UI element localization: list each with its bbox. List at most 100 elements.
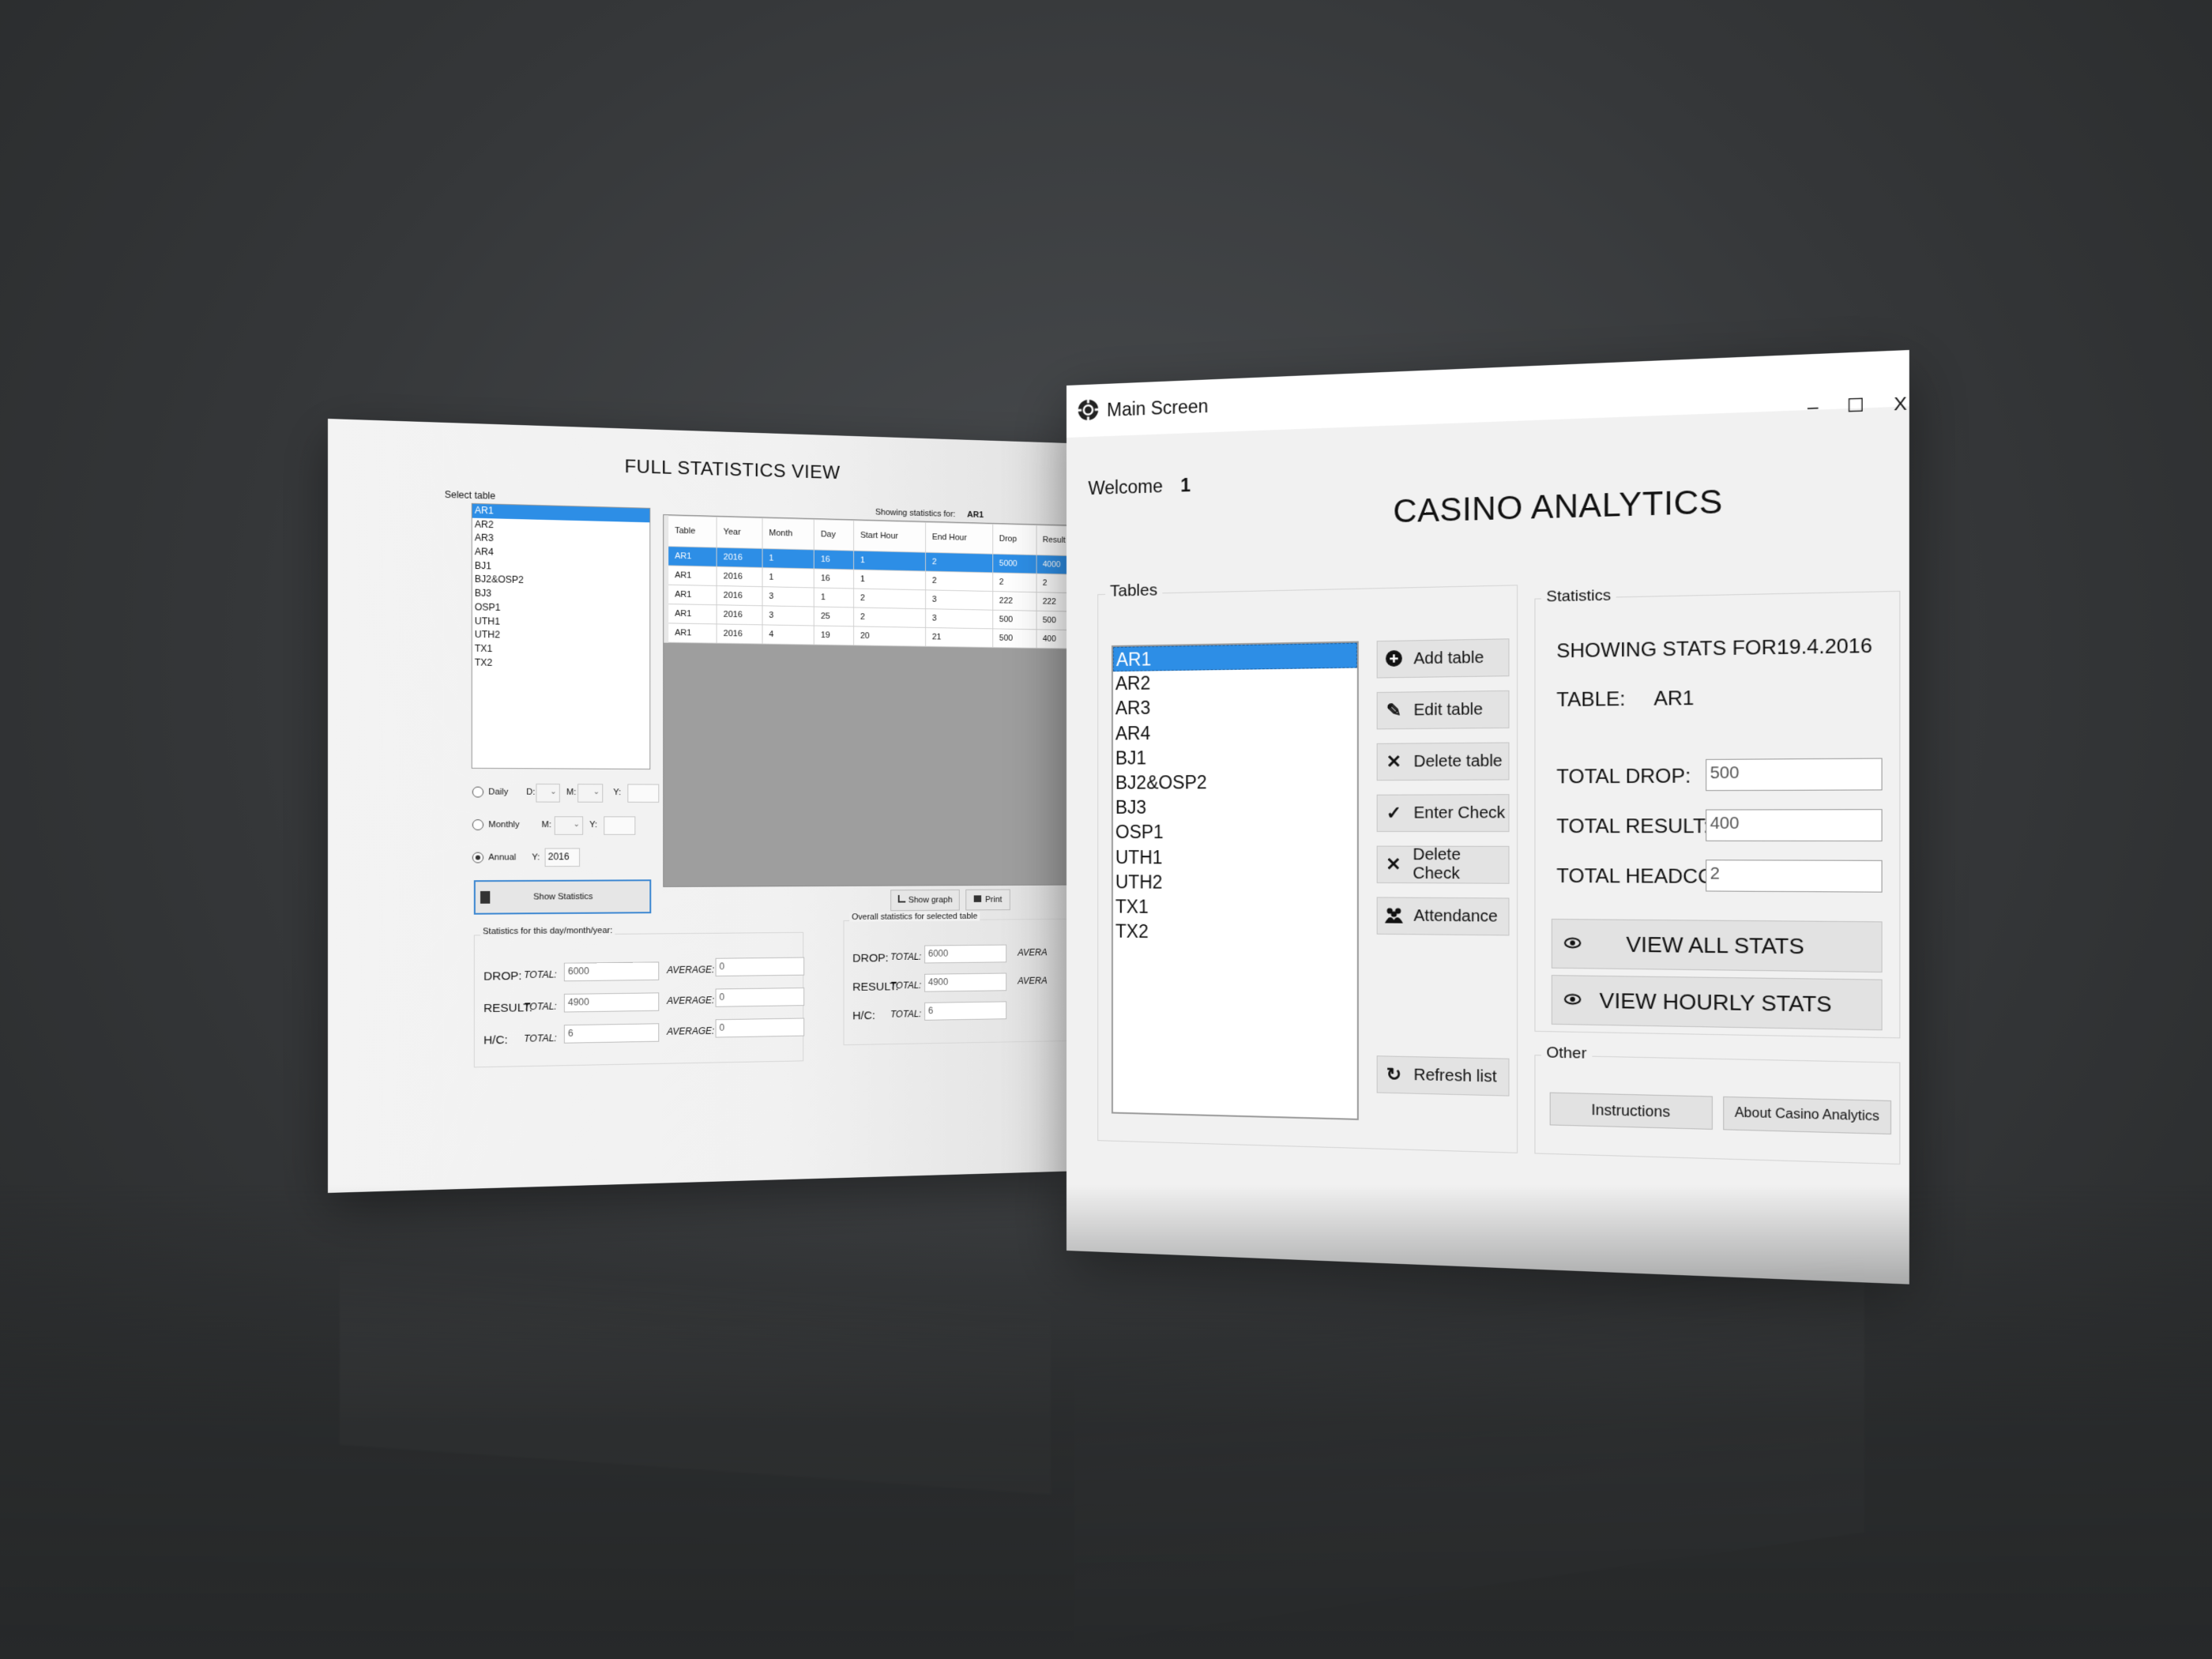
total-drop-field[interactable]: 500 bbox=[1706, 758, 1883, 792]
show-statistics-button[interactable]: Show Statistics bbox=[473, 879, 652, 915]
monthly-year-input[interactable] bbox=[604, 816, 636, 835]
table-cell: 2016 bbox=[717, 566, 763, 587]
list-item[interactable]: BJ1 bbox=[1113, 744, 1357, 771]
stats-table-listbox[interactable]: AR1 AR2 AR3 AR4 BJ1 BJ2&OSP2 BJ3 OSP1 UTH1 UTH2 TX… bbox=[471, 502, 651, 770]
overall-hc-total[interactable]: 6 bbox=[924, 1001, 1007, 1021]
title-bar[interactable]: Main Screen bbox=[1066, 350, 1909, 438]
showing-for-value: AR1 bbox=[967, 510, 984, 520]
annual-y-label: Y: bbox=[532, 852, 540, 863]
period-drop-total[interactable]: 6000 bbox=[563, 961, 660, 982]
maximize-button[interactable]: ☐ bbox=[1836, 394, 1875, 418]
table-cell: 2 bbox=[853, 607, 926, 628]
refresh-icon: ↻ bbox=[1386, 1063, 1402, 1085]
day-dropdown[interactable]: ⌄ bbox=[536, 783, 560, 803]
view-all-stats-button[interactable]: VIEW ALL STATS bbox=[1551, 918, 1883, 973]
add-table-button[interactable]: Add table bbox=[1376, 638, 1510, 679]
list-item[interactable]: TX2 bbox=[1113, 920, 1357, 947]
printer-icon bbox=[973, 895, 982, 902]
column-header[interactable]: Year bbox=[717, 517, 763, 549]
tables-listbox[interactable]: AR1 AR2 AR3 AR4 BJ1 BJ2&OSP2 BJ3 OSP1 UTH1 UTH2 TX… bbox=[1111, 641, 1359, 1120]
period-drop-label: DROP: bbox=[483, 969, 522, 984]
period-hc-average[interactable]: 0 bbox=[715, 1018, 805, 1038]
period-result-average[interactable]: 0 bbox=[715, 988, 805, 1007]
list-item[interactable]: BJ3 bbox=[1113, 795, 1357, 820]
list-item[interactable]: TX2 bbox=[472, 656, 650, 672]
enter-check-label: Enter Check bbox=[1413, 803, 1506, 822]
column-header[interactable]: Table bbox=[666, 515, 717, 548]
table-cell: 1 bbox=[762, 548, 814, 569]
list-item[interactable]: AR2 bbox=[1113, 668, 1357, 697]
delete-check-button[interactable]: ✕ Delete Check bbox=[1376, 845, 1510, 884]
list-item[interactable]: UTH1 bbox=[1113, 845, 1357, 871]
period-drop-average[interactable]: 0 bbox=[715, 957, 805, 977]
daily-year-input[interactable] bbox=[627, 784, 660, 803]
total-headcount-field[interactable]: 2 bbox=[1706, 860, 1883, 893]
edit-table-label: Edit table bbox=[1413, 700, 1484, 720]
table-cell: 2016 bbox=[717, 623, 763, 645]
minimize-button[interactable]: – bbox=[1793, 396, 1832, 419]
list-item[interactable]: UTH2 bbox=[1113, 870, 1357, 896]
annual-label: Annual bbox=[488, 852, 517, 863]
list-item[interactable]: OSP1 bbox=[1113, 820, 1357, 845]
column-header[interactable]: Month bbox=[762, 517, 814, 550]
people-icon bbox=[1384, 906, 1404, 926]
attendance-button[interactable]: Attendance bbox=[1376, 897, 1510, 936]
daily-month-dropdown[interactable]: ⌄ bbox=[577, 784, 604, 803]
period-hc-total[interactable]: 6 bbox=[563, 1023, 660, 1044]
list-item[interactable]: TX1 bbox=[1113, 894, 1357, 921]
table-cell: 2016 bbox=[717, 585, 763, 606]
main-screen-window: Main Screen – ☐ X Welcome 1 CASINO ANALY… bbox=[1066, 350, 1909, 1285]
delete-table-button[interactable]: ✕ Delete table bbox=[1376, 742, 1510, 781]
view-hourly-stats-label: VIEW HOURLY STATS bbox=[1599, 988, 1832, 1018]
overall-hc-label: H/C: bbox=[852, 1009, 875, 1023]
show-graph-button[interactable]: Show graph bbox=[890, 889, 960, 912]
table-cell: 1 bbox=[853, 551, 926, 572]
tables-group-caption: Tables bbox=[1105, 581, 1163, 601]
column-header[interactable]: Drop bbox=[992, 524, 1036, 555]
statistics-group-caption: Statistics bbox=[1540, 586, 1616, 607]
instructions-button[interactable]: Instructions bbox=[1549, 1092, 1713, 1130]
statistics-grid[interactable]: Table Year Month Day Start Hour End Hour Drop R… bbox=[663, 514, 1088, 887]
table-cell: 3 bbox=[762, 605, 814, 626]
view-hourly-stats-button[interactable]: VIEW HOURLY STATS bbox=[1551, 975, 1883, 1031]
print-button[interactable]: Print bbox=[965, 889, 1010, 911]
edit-table-button[interactable]: ✎ Edit table bbox=[1376, 690, 1510, 730]
list-item[interactable]: BJ2&OSP2 bbox=[1113, 769, 1357, 796]
welcome-label: Welcome bbox=[1088, 475, 1163, 499]
overall-result-total[interactable]: 4900 bbox=[924, 972, 1007, 992]
list-item[interactable]: AR4 bbox=[1113, 719, 1357, 746]
overall-drop-label: DROP: bbox=[852, 951, 889, 965]
full-statistics-window: FULL STATISTICS VIEW Select table AR1 AR2… bbox=[328, 419, 1090, 1193]
total-result-field[interactable]: 400 bbox=[1706, 809, 1883, 842]
table-cell: 3 bbox=[762, 586, 814, 607]
select-table-label: Select table bbox=[444, 489, 496, 502]
annual-radio[interactable] bbox=[472, 852, 484, 863]
table-cell: 16 bbox=[814, 568, 854, 589]
list-item[interactable]: AR1 bbox=[1112, 642, 1357, 672]
enter-check-button[interactable]: ✓ Enter Check bbox=[1376, 794, 1510, 833]
column-header[interactable]: Start Hour bbox=[853, 520, 926, 553]
table-cell: 4 bbox=[762, 624, 814, 645]
table-cell: 5000 bbox=[992, 554, 1036, 574]
annual-year-input[interactable]: 2016 bbox=[544, 848, 581, 867]
close-button[interactable]: X bbox=[1880, 392, 1920, 416]
list-item[interactable]: UTH2 bbox=[472, 628, 650, 645]
column-header[interactable]: Day bbox=[814, 519, 854, 551]
table-cell: 3 bbox=[925, 589, 993, 611]
view-all-stats-label: VIEW ALL STATS bbox=[1626, 931, 1804, 959]
monthly-month-dropdown[interactable]: ⌄ bbox=[554, 816, 584, 835]
monthly-radio[interactable] bbox=[472, 819, 484, 830]
period-result-total[interactable]: 4900 bbox=[563, 992, 660, 1013]
refresh-list-label: Refresh list bbox=[1413, 1066, 1497, 1086]
list-item[interactable]: AR3 bbox=[1113, 694, 1357, 721]
column-header[interactable]: End Hour bbox=[925, 522, 993, 555]
period-result-total-label: TOTAL: bbox=[524, 1000, 557, 1013]
refresh-list-button[interactable]: ↻ Refresh list bbox=[1376, 1055, 1510, 1097]
overall-drop-total[interactable]: 6000 bbox=[924, 944, 1007, 964]
about-button[interactable]: About Casino Analytics bbox=[1723, 1096, 1892, 1135]
daily-d-label: D: bbox=[526, 787, 536, 797]
table-cell: 16 bbox=[814, 549, 854, 570]
attendance-label: Attendance bbox=[1413, 906, 1498, 926]
daily-radio[interactable] bbox=[472, 786, 484, 798]
showing-for-label: Showing statistics for: bbox=[875, 507, 956, 519]
